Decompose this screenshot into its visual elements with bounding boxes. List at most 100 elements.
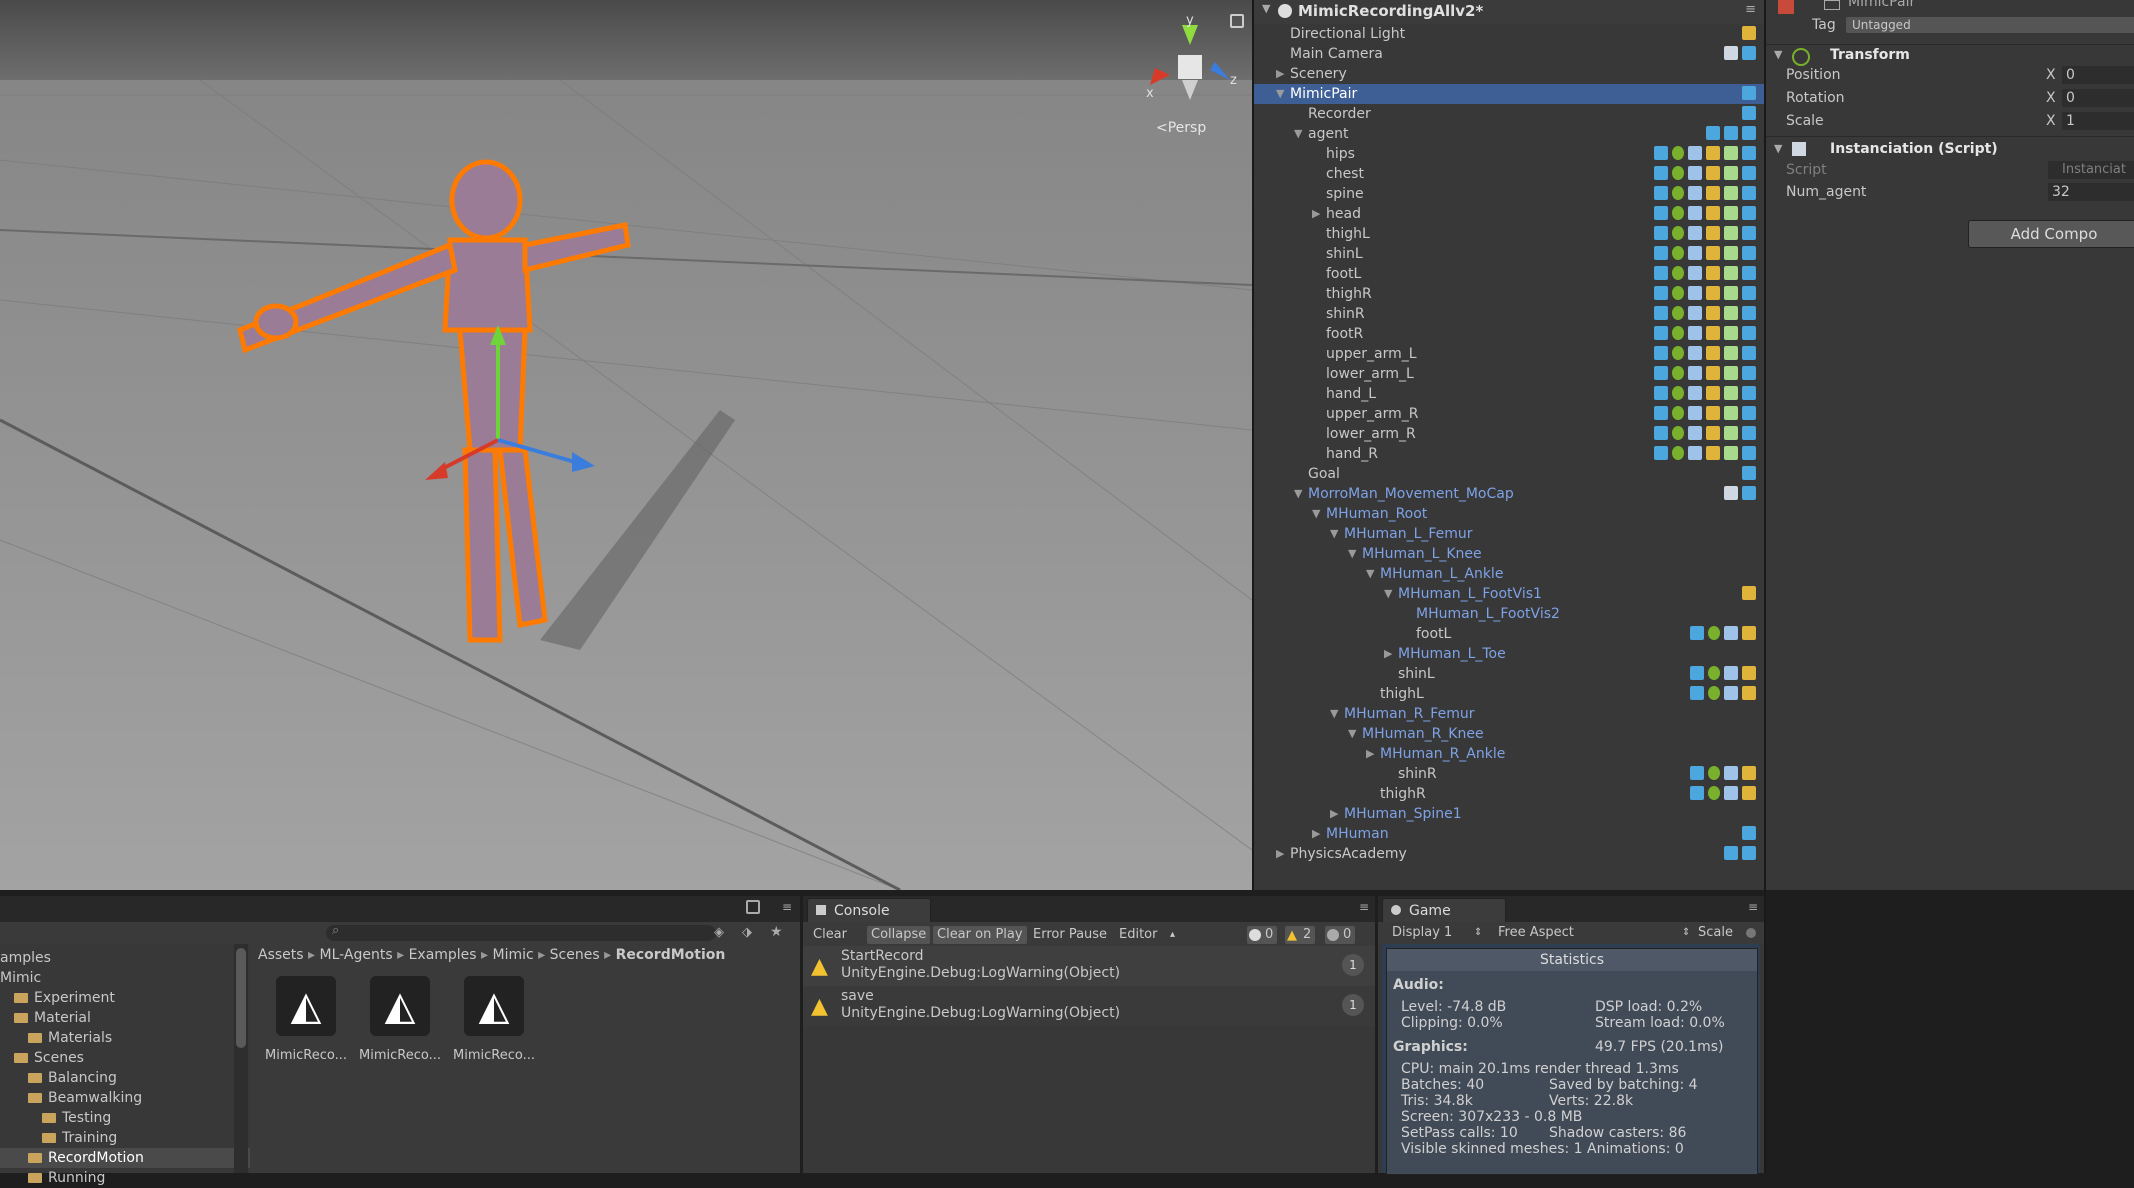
panel-divider[interactable] bbox=[1764, 0, 1766, 1173]
breadcrumb-item[interactable]: RecordMotion bbox=[616, 947, 726, 963]
hierarchy-row[interactable]: ▶ PhysicsAcademy bbox=[1254, 844, 1764, 864]
error-pause-button[interactable]: Error Pause bbox=[1029, 926, 1111, 944]
tab-game[interactable]: Game bbox=[1382, 898, 1506, 923]
script-field[interactable]: Instanciat bbox=[2048, 161, 2134, 179]
asset-item[interactable]: ◭ MimicReco... bbox=[450, 976, 538, 1063]
hierarchy-row[interactable]: ▼ MHuman_L_Ankle bbox=[1254, 564, 1764, 584]
hierarchy-row[interactable]: Main Camera bbox=[1254, 44, 1764, 64]
hierarchy-row[interactable]: hand_L bbox=[1254, 384, 1764, 404]
hierarchy-row[interactable]: ▼ MimicPair bbox=[1254, 84, 1764, 104]
scene-canvas[interactable]: y z x bbox=[0, 0, 1252, 890]
warning-count-toggle[interactable]: ▲ 2 bbox=[1285, 926, 1316, 944]
chevron-down-icon[interactable]: ▼ bbox=[1262, 2, 1270, 15]
display-dropdown[interactable]: Display 1 bbox=[1392, 923, 1452, 943]
info-count-toggle[interactable]: 0 bbox=[1247, 926, 1278, 944]
hierarchy-row[interactable]: shinR bbox=[1254, 764, 1764, 784]
hierarchy-row[interactable]: lower_arm_L bbox=[1254, 364, 1764, 384]
tag-dropdown[interactable]: Untagged bbox=[1846, 17, 2134, 33]
collapse-button[interactable]: Collapse bbox=[867, 926, 931, 944]
chevron-right-icon[interactable]: ▶ bbox=[1366, 744, 1378, 764]
hierarchy-row[interactable]: thighR bbox=[1254, 784, 1764, 804]
tab-console[interactable]: Console bbox=[807, 898, 931, 923]
breadcrumb-item[interactable]: Assets bbox=[258, 947, 304, 963]
hierarchy-menu-icon[interactable]: ≡ bbox=[1745, 2, 1756, 17]
num-agent-field[interactable]: 32 bbox=[2048, 183, 2134, 201]
lock-icon[interactable] bbox=[746, 900, 760, 914]
project-tree-item[interactable]: Experiment bbox=[0, 988, 248, 1008]
hierarchy-row[interactable]: shinR bbox=[1254, 304, 1764, 324]
chevron-right-icon[interactable]: ▶ bbox=[1312, 204, 1324, 224]
chevron-right-icon[interactable]: ▶ bbox=[1276, 844, 1288, 864]
chevron-right-icon[interactable]: ▶ bbox=[1312, 824, 1324, 844]
panel-menu-icon[interactable]: ≡ bbox=[1748, 900, 1758, 914]
chevron-right-icon[interactable]: ▶ bbox=[1276, 64, 1288, 84]
chevron-down-icon[interactable]: ▼ bbox=[1330, 704, 1342, 724]
chevron-right-icon[interactable]: ▶ bbox=[1384, 644, 1396, 664]
chevron-down-icon[interactable]: ▼ bbox=[1366, 564, 1378, 584]
breadcrumb-item[interactable]: ML-Agents bbox=[320, 947, 393, 963]
search-input[interactable]: ⌕ bbox=[326, 923, 716, 941]
favorite-star-icon[interactable]: ★ bbox=[770, 924, 783, 940]
hierarchy-row[interactable]: ▶ head bbox=[1254, 204, 1764, 224]
panel-menu-icon[interactable]: ≡ bbox=[782, 900, 792, 914]
chevron-down-icon[interactable]: ▼ bbox=[1276, 84, 1288, 104]
clear-on-play-button[interactable]: Clear on Play bbox=[933, 926, 1027, 944]
hierarchy-row[interactable]: footR bbox=[1254, 324, 1764, 344]
hierarchy-row[interactable]: ▶ MHuman_L_Toe bbox=[1254, 644, 1764, 664]
hierarchy-row[interactable]: Goal bbox=[1254, 464, 1764, 484]
editor-dropdown[interactable]: Editor bbox=[1115, 926, 1161, 944]
breadcrumb-item[interactable]: Examples bbox=[409, 947, 477, 963]
error-count-toggle[interactable]: 0 bbox=[1325, 926, 1356, 944]
asset-item[interactable]: ◭ MimicReco... bbox=[262, 976, 350, 1063]
panel-divider[interactable] bbox=[1252, 0, 1254, 890]
hierarchy-row[interactable]: thighL bbox=[1254, 224, 1764, 244]
hierarchy-row[interactable]: ▼ MHuman_Root bbox=[1254, 504, 1764, 524]
hierarchy-row[interactable]: hips bbox=[1254, 144, 1764, 164]
hierarchy-row[interactable]: Directional Light bbox=[1254, 24, 1764, 44]
lock-icon[interactable] bbox=[1230, 14, 1244, 28]
hierarchy-row[interactable]: ▼ MHuman_R_Femur bbox=[1254, 704, 1764, 724]
chevron-down-icon[interactable]: ▼ bbox=[1330, 524, 1342, 544]
chevron-down-icon[interactable]: ▼ bbox=[1774, 44, 1782, 66]
clear-button[interactable]: Clear bbox=[809, 926, 851, 944]
project-tree-item[interactable]: amples bbox=[0, 948, 234, 968]
chevron-down-icon[interactable]: ▼ bbox=[1312, 504, 1324, 524]
chevron-down-icon[interactable]: ▼ bbox=[1384, 584, 1396, 604]
chevron-down-icon[interactable]: ▼ bbox=[1774, 138, 1782, 160]
hierarchy-row[interactable]: upper_arm_L bbox=[1254, 344, 1764, 364]
hierarchy-row[interactable]: thighR bbox=[1254, 284, 1764, 304]
hierarchy-row[interactable]: ▼ agent bbox=[1254, 124, 1764, 144]
project-tree-item[interactable]: Material bbox=[0, 1008, 248, 1028]
hierarchy-row[interactable]: shinL bbox=[1254, 244, 1764, 264]
project-tree-item[interactable]: Materials bbox=[0, 1028, 262, 1048]
hierarchy-row[interactable]: hand_R bbox=[1254, 444, 1764, 464]
console-log-entry[interactable]: ▲ save UnityEngine.Debug:LogWarning(Object… bbox=[803, 986, 1375, 1026]
breadcrumb-item[interactable]: Mimic bbox=[493, 947, 534, 963]
project-tree-item[interactable]: Running bbox=[0, 1168, 262, 1188]
panel-menu-icon[interactable]: ≡ bbox=[1359, 900, 1369, 914]
hierarchy-row[interactable]: ▶ Scenery bbox=[1254, 64, 1764, 84]
scale-slider-handle[interactable] bbox=[1746, 928, 1756, 938]
hierarchy-row[interactable]: lower_arm_R bbox=[1254, 424, 1764, 444]
object-name[interactable]: MimicPair bbox=[1848, 0, 1915, 10]
console-log-entry[interactable]: ▲ StartRecord UnityEngine.Debug:LogWarning… bbox=[803, 946, 1375, 986]
hierarchy-row[interactable]: MHuman_L_FootVis2 bbox=[1254, 604, 1764, 624]
filter-label-icon[interactable]: ⬗ bbox=[742, 925, 752, 940]
scale-x-field[interactable]: 1 bbox=[2062, 112, 2134, 130]
hierarchy-row[interactable]: ▶ MHuman_Spine1 bbox=[1254, 804, 1764, 824]
hierarchy-row[interactable]: upper_arm_R bbox=[1254, 404, 1764, 424]
chevron-down-icon[interactable]: ▼ bbox=[1294, 124, 1306, 144]
filter-type-icon[interactable]: ◈ bbox=[714, 925, 724, 940]
hierarchy-row[interactable]: ▼ MHuman_L_Femur bbox=[1254, 524, 1764, 544]
persp-label[interactable]: <Persp bbox=[1156, 120, 1206, 136]
chevron-down-icon[interactable]: ▼ bbox=[1348, 724, 1360, 744]
project-tree-item[interactable]: Mimic bbox=[0, 968, 234, 988]
chevron-right-icon[interactable]: ▶ bbox=[1330, 804, 1342, 824]
hierarchy-row[interactable]: ▶ MHuman bbox=[1254, 824, 1764, 844]
game-viewport[interactable]: Statistics Audio: Level: -74.8 dB DSP lo… bbox=[1382, 944, 1760, 1175]
scene-view[interactable]: y z x <Persp bbox=[0, 0, 1252, 890]
hierarchy-row[interactable]: Recorder bbox=[1254, 104, 1764, 124]
aspect-dropdown[interactable]: Free Aspect bbox=[1498, 923, 1574, 943]
hierarchy-row[interactable]: footL bbox=[1254, 264, 1764, 284]
active-checkbox[interactable] bbox=[1824, 0, 1840, 10]
